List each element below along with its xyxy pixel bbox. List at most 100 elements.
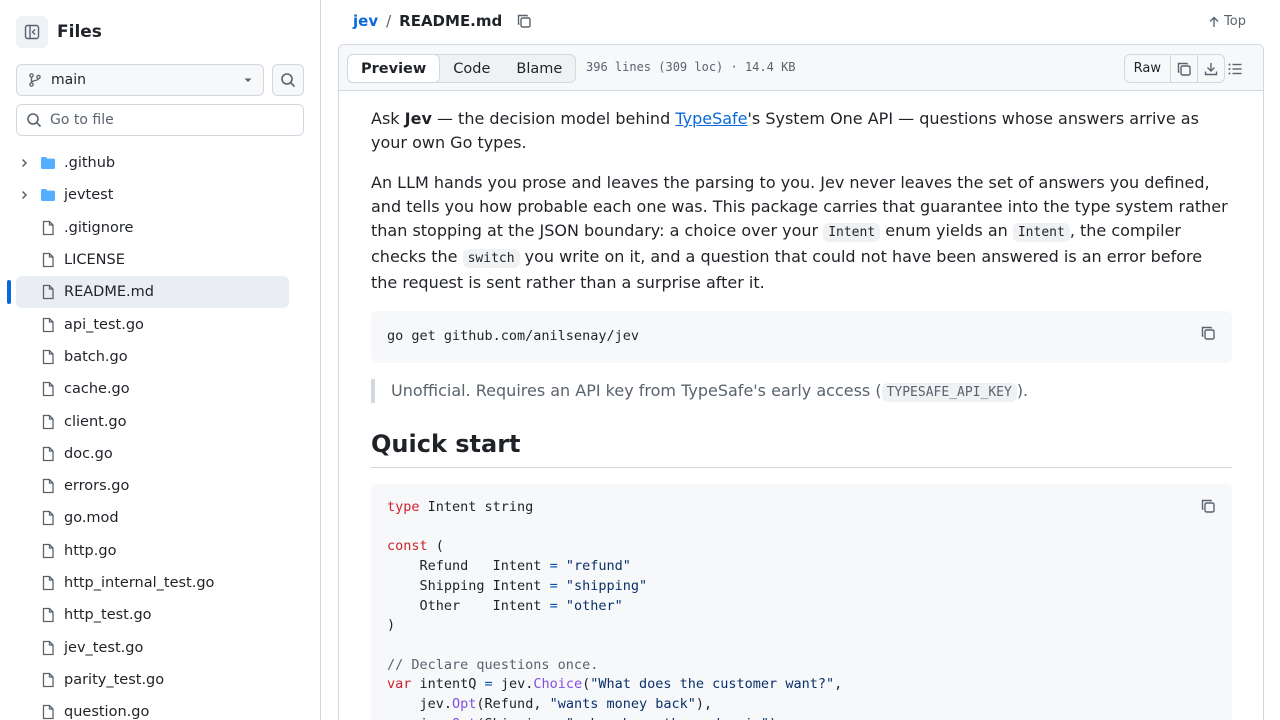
file-icon xyxy=(40,607,56,623)
tree-item-label: .github xyxy=(64,155,116,172)
tree-file-item[interactable]: LICENSE xyxy=(16,244,289,276)
tree-item-label: cache.go xyxy=(64,381,130,398)
copy-path-button[interactable] xyxy=(516,13,532,29)
code-token: "shipping" xyxy=(565,577,648,594)
code-token: ), xyxy=(695,696,713,713)
tree-file-item[interactable]: http.go xyxy=(16,535,289,567)
code-token: "wants money back" xyxy=(549,696,696,713)
download-icon xyxy=(1204,62,1218,75)
file-meta: 396 lines (309 loc) · 14.4 KB xyxy=(586,60,796,74)
code-token: ), xyxy=(769,716,785,720)
tree-item-label: README.md xyxy=(64,284,154,301)
code-token: intentQ xyxy=(411,676,485,693)
file-icon xyxy=(40,672,56,688)
note-text: Unofficial. Requires an API key from Typ… xyxy=(391,381,882,400)
tree-item-label: http_test.go xyxy=(64,607,152,624)
view-mode-tabs: Preview Code Blame xyxy=(347,54,577,83)
tree-file-item[interactable]: api_test.go xyxy=(16,308,289,340)
tree-item-label: jevtest xyxy=(64,187,114,204)
tree-file-item[interactable]: jev_test.go xyxy=(16,631,289,663)
tree-file-item[interactable]: question.go xyxy=(16,696,289,720)
file-toolbar: Preview Code Blame 396 lines (309 loc) ·… xyxy=(339,45,1263,91)
arrow-up-icon xyxy=(1209,16,1219,27)
copy-code-button[interactable] xyxy=(1200,498,1216,514)
file-tree: .github jevtest .gitignore LICENSE README.md… xyxy=(7,147,289,720)
breadcrumb: jev / README.md xyxy=(353,12,532,30)
list-outline-icon xyxy=(1228,63,1242,75)
copy-icon xyxy=(518,14,531,28)
file-icon xyxy=(40,220,56,236)
tree-item-label: doc.go xyxy=(64,445,113,462)
tree-file-item[interactable]: parity_test.go xyxy=(16,664,289,696)
tree-file-item[interactable]: README.md xyxy=(7,276,289,309)
code-token: Opt xyxy=(452,696,477,713)
inline-code: Intent xyxy=(823,223,881,242)
tree-folder-item[interactable]: jevtest xyxy=(16,179,289,211)
tree-folder-item[interactable]: .github xyxy=(16,147,289,179)
go-to-file-input[interactable] xyxy=(50,112,290,128)
file-icon xyxy=(40,446,56,462)
code-token: (Shipping, xyxy=(476,716,565,720)
tree-file-item[interactable]: cache.go xyxy=(16,373,289,405)
file-icon xyxy=(40,381,56,397)
code-token: jev. xyxy=(387,696,453,713)
code-line: // Declare questions once. xyxy=(387,656,1216,676)
tab-code[interactable]: Code xyxy=(440,55,503,82)
search-files-button[interactable] xyxy=(272,64,304,96)
tree-file-item[interactable]: go.mod xyxy=(16,502,289,534)
code-line: Refund Intent = "refund" xyxy=(387,557,1216,577)
code-token: // Declare questions once. xyxy=(387,656,599,673)
file-icon xyxy=(40,252,56,268)
breadcrumb-separator: / xyxy=(386,12,392,30)
outline-button[interactable] xyxy=(1227,61,1243,77)
tree-file-item[interactable]: errors.go xyxy=(16,470,289,502)
tree-file-item[interactable]: http_internal_test.go xyxy=(16,567,289,599)
chevron-right-icon[interactable] xyxy=(16,189,32,201)
code-token: Refund Intent xyxy=(387,558,550,575)
breadcrumb-repo-link[interactable]: jev xyxy=(353,12,378,30)
copy-icon xyxy=(1177,62,1191,76)
git-branch-icon xyxy=(29,73,41,87)
tree-item-label: http.go xyxy=(64,542,117,559)
tree-file-item[interactable]: client.go xyxy=(16,405,289,437)
copy-code-button[interactable] xyxy=(1200,325,1216,341)
collapse-sidebar-button[interactable] xyxy=(16,16,48,48)
inline-code: TYPESAFE_API_KEY xyxy=(881,383,1017,402)
code-token: Other Intent xyxy=(387,597,550,614)
code-listing: type Intent string const ( Refund Intent… xyxy=(387,498,1216,720)
code-token: ( xyxy=(427,538,444,555)
branch-selector[interactable]: main xyxy=(16,64,264,96)
go-to-file-field[interactable] xyxy=(16,104,304,136)
tree-item-label: question.go xyxy=(64,704,150,720)
download-button[interactable] xyxy=(1197,55,1224,82)
tree-file-item[interactable]: doc.go xyxy=(16,438,289,470)
typesafe-link[interactable]: TypeSafe xyxy=(675,109,747,128)
tree-item-label: api_test.go xyxy=(64,316,144,333)
tree-file-item[interactable]: batch.go xyxy=(16,341,289,373)
quick-start-heading: Quick start xyxy=(371,429,1232,468)
intro-text: — the decision model behind xyxy=(431,109,676,128)
file-icon xyxy=(40,414,56,430)
tree-item-label: go.mod xyxy=(64,510,119,527)
code-token: = xyxy=(549,597,558,614)
tree-file-item[interactable]: http_test.go xyxy=(16,599,289,631)
file-icon xyxy=(40,543,56,559)
code-line: jev.Opt(Refund, "wants money back"), xyxy=(387,695,1216,715)
tree-file-item[interactable]: .gitignore xyxy=(16,212,289,244)
raw-button[interactable]: Raw xyxy=(1125,55,1170,82)
install-code-block: go get github.com/anilsenay/jev xyxy=(371,311,1232,363)
code-token: Intent string xyxy=(419,499,534,515)
tab-blame[interactable]: Blame xyxy=(503,55,575,82)
code-token: Opt xyxy=(452,716,476,720)
code-token: = xyxy=(549,558,558,575)
tab-preview[interactable]: Preview xyxy=(347,54,441,83)
code-line: var intentQ = jev.Choice("What does the … xyxy=(387,675,1216,695)
chevron-right-icon[interactable] xyxy=(16,157,32,169)
file-tree-sidebar: Files main .github jevtest .gitignore LICEN… xyxy=(0,0,321,720)
code-token: = xyxy=(549,577,558,594)
search-icon xyxy=(27,113,42,128)
top-link[interactable]: Top xyxy=(1208,14,1246,29)
copy-raw-button[interactable] xyxy=(1170,55,1197,82)
